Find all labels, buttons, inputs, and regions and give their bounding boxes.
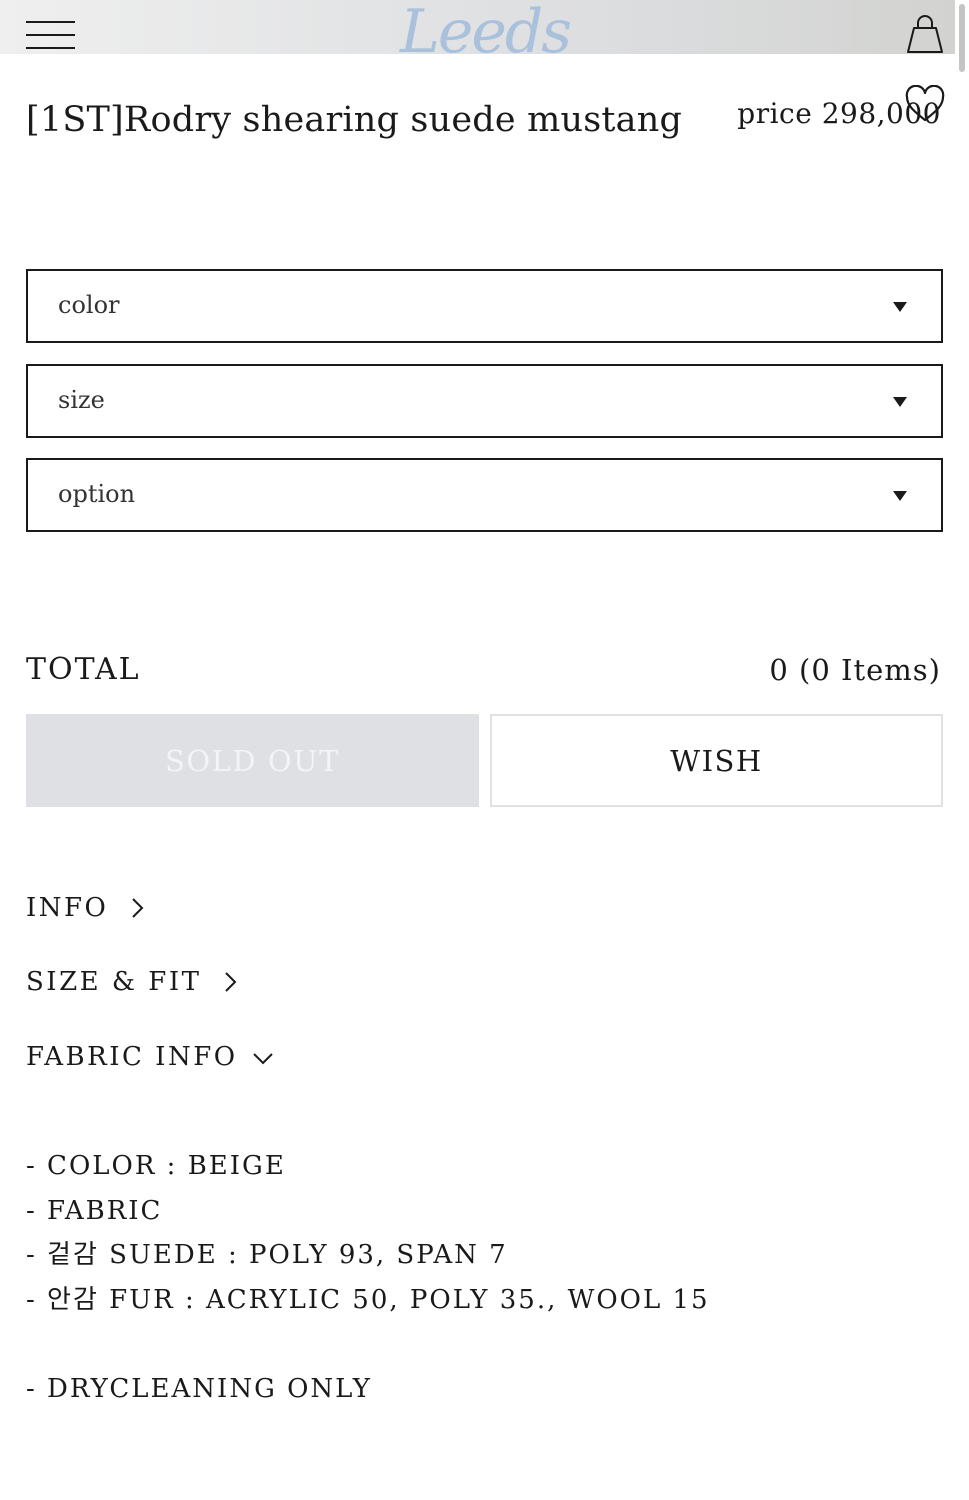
caret-down-icon [893, 397, 907, 407]
total-label: TOTAL [26, 652, 141, 687]
chevron-right-icon [219, 971, 241, 993]
fabric-info-accordion-label: FABRIC INFO [26, 1042, 238, 1072]
wish-button[interactable]: WISH [490, 714, 943, 807]
sold-out-button[interactable]: SOLD OUT [26, 714, 479, 807]
fabric-info-line: - COLOR : BEIGE [26, 1151, 286, 1181]
product-price: price 298,000 [737, 97, 941, 130]
scrollbar[interactable] [959, 4, 965, 72]
hamburger-menu-icon[interactable] [26, 21, 75, 51]
color-select[interactable]: color [26, 269, 943, 343]
info-accordion-label: INFO [26, 893, 109, 923]
fabric-info-line: - DRYCLEANING ONLY [26, 1374, 372, 1404]
size-fit-accordion-label: SIZE & FIT [26, 967, 202, 997]
logo[interactable]: Leeds [400, 0, 572, 72]
info-accordion[interactable]: INFO [26, 888, 148, 928]
caret-down-icon [893, 302, 907, 312]
product-title: [1ST]Rodry shearing suede mustang [26, 100, 683, 140]
total-value: 0 (0 Items) [769, 653, 941, 687]
color-select-label: color [58, 291, 120, 319]
size-select[interactable]: size [26, 364, 943, 438]
shopping-bag-icon[interactable] [906, 14, 944, 54]
chevron-down-icon [252, 1046, 274, 1068]
size-select-label: size [58, 386, 105, 414]
option-select[interactable]: option [26, 458, 943, 532]
caret-down-icon [893, 491, 907, 501]
size-fit-accordion[interactable]: SIZE & FIT [26, 962, 241, 1002]
option-select-label: option [58, 480, 136, 508]
fabric-info-line: - FABRIC [26, 1196, 163, 1226]
fabric-info-line: - 안감 FUR : ACRYLIC 50, POLY 35., WOOL 15 [26, 1285, 710, 1315]
chevron-right-icon [126, 897, 148, 919]
fabric-info-accordion[interactable]: FABRIC INFO [26, 1037, 274, 1077]
fabric-info-line: - 겉감 SUEDE : POLY 93, SPAN 7 [26, 1240, 508, 1270]
